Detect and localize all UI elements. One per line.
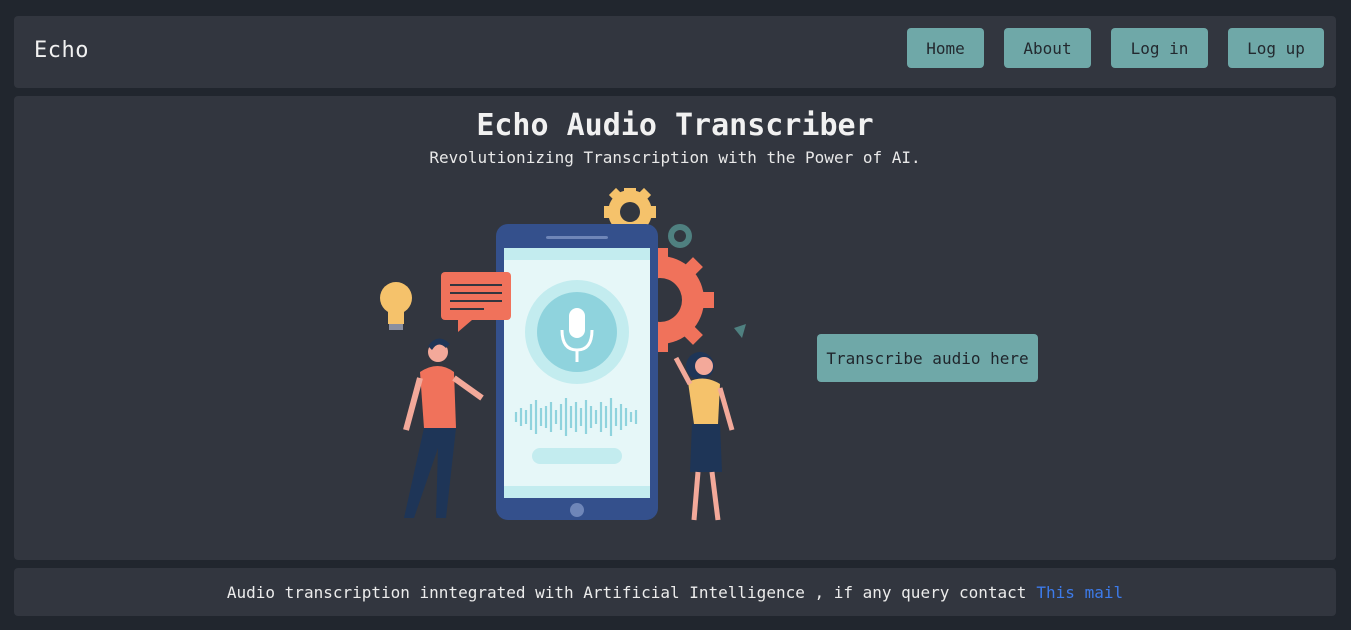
nav-signup-button[interactable]: Log up [1228, 28, 1324, 68]
hero-section: Echo Audio Transcriber Revolutionizing T… [14, 96, 1336, 560]
lightbulb-icon [380, 282, 412, 330]
nav-home-button[interactable]: Home [907, 28, 984, 68]
gear-icon [668, 224, 692, 248]
page-subtitle: Revolutionizing Transcription with the P… [429, 148, 921, 167]
man-figure [403, 338, 484, 518]
navbar: Echo Home About Log in Log up [14, 16, 1336, 88]
transcribe-audio-button[interactable]: Transcribe audio here [817, 334, 1038, 382]
footer: Audio transcription inntegrated with Art… [14, 568, 1336, 616]
nav-about-button[interactable]: About [1004, 28, 1091, 68]
woman-figure [673, 352, 735, 521]
nav-login-button[interactable]: Log in [1111, 28, 1208, 68]
brand-logo[interactable]: Echo [34, 38, 89, 63]
contact-mail-link[interactable]: This mail [1036, 583, 1123, 602]
transcription-illustration [380, 188, 746, 521]
page-title: Echo Audio Transcriber [476, 108, 874, 143]
footer-text: Audio transcription inntegrated with Art… [226, 582, 1027, 602]
